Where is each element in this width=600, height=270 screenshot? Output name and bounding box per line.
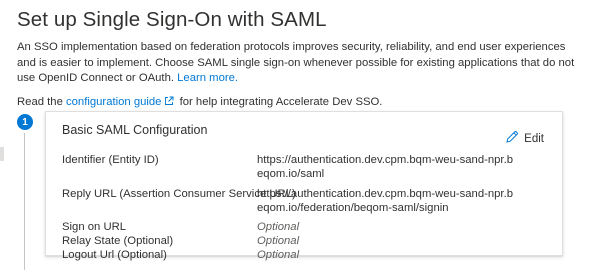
- description: An SSO implementation based on federatio…: [17, 40, 577, 87]
- field-value-logout-url: Optional: [257, 249, 300, 261]
- description-text: An SSO implementation based on federatio…: [17, 41, 575, 84]
- edit-button[interactable]: Edit: [505, 130, 544, 147]
- learn-more-link[interactable]: Learn more.: [177, 72, 238, 84]
- field-label-identifier: Identifier (Entity ID): [62, 154, 159, 166]
- external-link-icon[interactable]: [164, 96, 174, 109]
- field-value-identifier: https://authentication.dev.cpm.bqm-weu-s…: [257, 154, 513, 180]
- field-label-sign-on-url: Sign on URL: [62, 221, 127, 233]
- field-value-sign-on-url: Optional: [257, 221, 300, 233]
- edit-label: Edit: [524, 132, 544, 145]
- field-value-relay-state: Optional: [257, 235, 300, 247]
- step-timeline: [24, 133, 25, 270]
- basic-saml-configuration-card: Basic SAML Configuration Edit Identifier…: [45, 111, 563, 261]
- page-title: Set up Single Sign-On with SAML: [17, 8, 327, 31]
- field-label-relay-state: Relay State (Optional): [62, 235, 174, 247]
- pencil-icon: [505, 130, 519, 147]
- field-label-logout-url: Logout Url (Optional): [62, 249, 167, 261]
- configuration-guide-link[interactable]: configuration guide: [66, 96, 161, 108]
- guide-prefix: Read the: [17, 96, 63, 108]
- field-value-reply-url: https://authentication.dev.cpm.bqm-weu-s…: [257, 188, 513, 214]
- card-title: Basic SAML Configuration: [62, 123, 208, 137]
- step-number-badge: 1: [17, 114, 33, 130]
- scroll-edge-marker: [0, 147, 4, 161]
- guide-line: Read the configuration guide for help in…: [17, 96, 382, 109]
- guide-suffix: for help integrating Accelerate Dev SSO.: [179, 96, 383, 108]
